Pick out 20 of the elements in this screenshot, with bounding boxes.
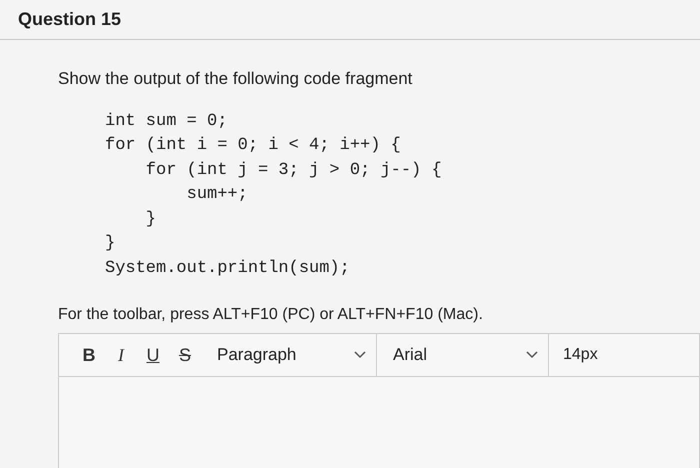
code-line: int sum = 0;: [105, 110, 228, 132]
code-line: }: [105, 233, 116, 255]
question-prompt: Show the output of the following code fragment: [58, 68, 414, 90]
paragraph-select[interactable]: Paragraph: [217, 334, 377, 376]
code-line: System.out.println(sum);: [105, 258, 350, 280]
format-button[interactable]: I: [111, 342, 131, 368]
code-line: for (int i = 0; i < 4; i++) {: [105, 135, 401, 157]
chevron-down-icon: [526, 351, 538, 359]
code-line: sum++;: [186, 184, 248, 206]
code-line: }: [144, 208, 156, 230]
question-title: Question 15: [18, 8, 122, 31]
format-button[interactable]: B: [79, 342, 99, 368]
size-select[interactable]: 14px: [549, 334, 598, 376]
font-select[interactable]: Arial: [377, 334, 549, 376]
toolbar-hint: For the toolbar, press ALT+F10 (PC) or ALT+FN+F10 (Mac).: [58, 305, 484, 325]
format-button[interactable]: S: [175, 342, 195, 368]
code-line: for (int j = 3; j > 0; j--) {: [144, 160, 442, 182]
editor-text-area[interactable]: [58, 377, 700, 468]
format-button[interactable]: U: [143, 342, 163, 368]
chevron-down-icon: [354, 351, 366, 359]
